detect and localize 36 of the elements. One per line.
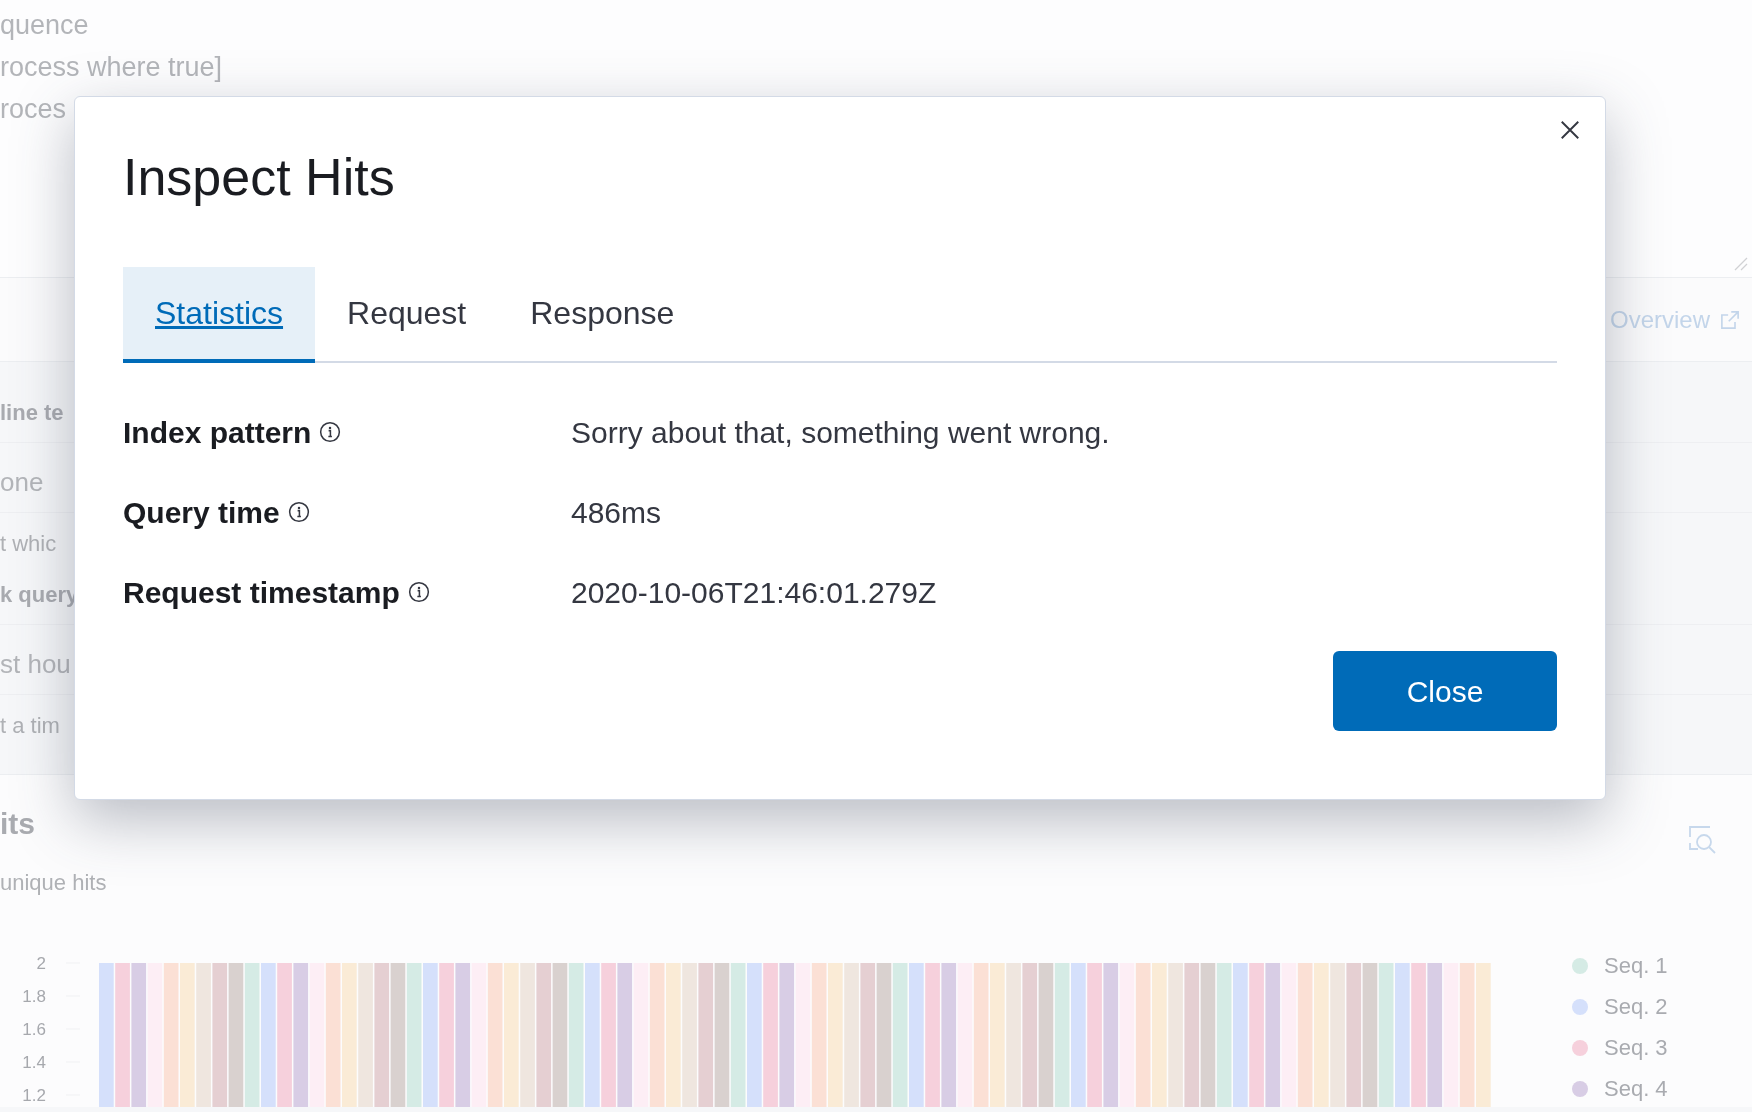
tab[interactable]: Request	[315, 267, 499, 363]
tab[interactable]: Statistics	[123, 267, 316, 363]
stat-value: 486ms	[571, 494, 662, 531]
info-icon	[319, 421, 342, 443]
legend-label: Seq. 2	[1604, 993, 1668, 1021]
stat-value: Sorry about that, something went wrong.	[571, 414, 1110, 451]
info-icon	[287, 501, 310, 523]
legend-label: Seq. 1	[1604, 952, 1668, 980]
background-text: t a tim	[0, 713, 60, 738]
external-link-icon	[1720, 309, 1740, 330]
background-text: one	[0, 467, 44, 497]
legend-label: Seq. 3	[1604, 1034, 1668, 1062]
background-text: line te	[0, 400, 64, 425]
modal-title: Inspect Hits	[123, 147, 395, 207]
axis-tick-label: 1.2	[22, 1086, 46, 1105]
axis-tick-label: 1.6	[22, 1020, 46, 1039]
panel-subtitle: unique hits	[0, 869, 107, 897]
info-icon	[407, 581, 430, 603]
query-text: quence	[0, 9, 90, 42]
query-text: rocess where true]	[0, 51, 224, 84]
query-text: roces	[0, 93, 68, 126]
background-text: t whic	[0, 531, 57, 556]
stat-value: 2020-10-06T21:46:01.279Z	[571, 574, 937, 611]
legend-label: Seq. 4	[1604, 1075, 1668, 1103]
close-button[interactable]: Close	[1333, 651, 1557, 731]
axis-tick-label: 2	[36, 955, 46, 973]
tab[interactable]: Response	[498, 267, 707, 363]
axis-tick-label: 1.8	[22, 987, 46, 1006]
inspect-icon	[1686, 823, 1718, 855]
axis-tick-label: 1.4	[22, 1053, 46, 1072]
stat-label: Request timestamp	[123, 574, 400, 611]
stat-label: Query time	[123, 494, 280, 531]
background-text: st hou	[0, 649, 71, 679]
stat-label: Index pattern	[123, 414, 312, 451]
panel-title: its	[0, 806, 35, 842]
resize-handle-icon	[1734, 257, 1748, 271]
